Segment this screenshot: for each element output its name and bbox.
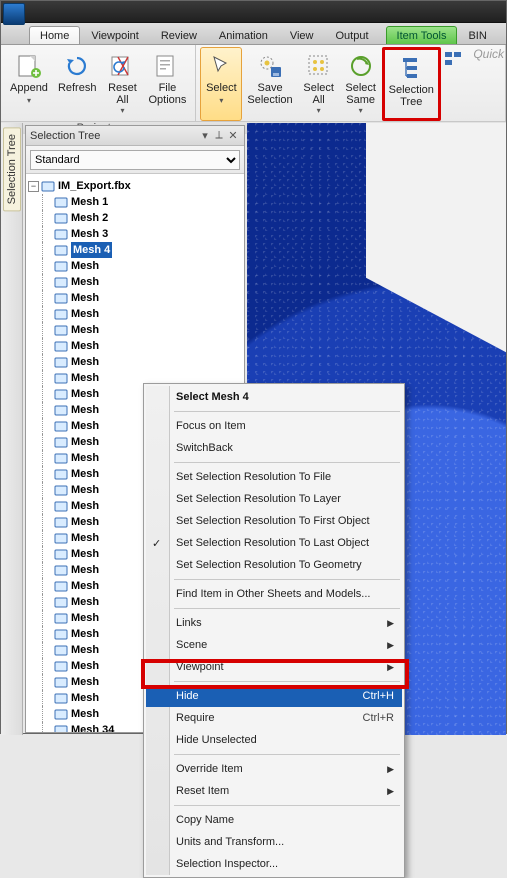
ctx-res-first[interactable]: Set Selection Resolution To First Object — [146, 510, 402, 532]
reset-all-button[interactable]: Reset All ▾ — [101, 47, 143, 121]
submenu-arrow-icon: ▶ — [387, 764, 394, 775]
append-label: Append▾ — [10, 82, 48, 106]
ctx-selection-inspector[interactable]: Selection Inspector... — [146, 853, 402, 875]
tree-root[interactable]: −IM_Export.fbx — [28, 178, 242, 194]
chevron-down-icon: ▾ — [120, 106, 124, 115]
reset-all-icon — [108, 52, 136, 80]
quick-access-hint: Quick — [473, 47, 504, 61]
ribbon-tabstrip: Home Viewpoint Review Animation View Out… — [1, 23, 506, 45]
ctx-reset-item[interactable]: Reset Item▶ — [146, 780, 402, 802]
chevron-down-icon: ▾ — [317, 106, 321, 115]
ribbon: Append▾ Refresh Reset All ▾ File Options… — [1, 45, 506, 123]
chevron-down-icon: ▾ — [359, 106, 363, 115]
ctx-res-geom[interactable]: Set Selection Resolution To Geometry — [146, 554, 402, 576]
tab-viewpoint[interactable]: Viewpoint — [80, 26, 150, 44]
tree-mode-select[interactable]: Standard — [30, 150, 240, 170]
select-same-button[interactable]: Select Same ▾ — [340, 47, 382, 121]
file-options-icon — [153, 52, 181, 80]
panel-title: Selection Tree — [30, 130, 100, 142]
tab-home[interactable]: Home — [29, 26, 80, 44]
dock-tab-selection-tree[interactable]: Selection Tree — [1, 123, 23, 735]
ctx-hide-unselected[interactable]: Hide Unselected — [146, 729, 402, 751]
select-same-icon — [347, 52, 375, 80]
tree-item[interactable]: Mesh — [28, 258, 242, 274]
panel-titlebar[interactable]: Selection Tree ▾ ⟂ ✕ — [26, 126, 244, 146]
select-button[interactable]: Select▾ — [200, 47, 242, 121]
append-icon — [15, 52, 43, 80]
save-selection-icon — [256, 52, 284, 80]
ctx-require[interactable]: RequireCtrl+R — [146, 707, 402, 729]
tab-review[interactable]: Review — [150, 26, 208, 44]
ctx-find-item[interactable]: Find Item in Other Sheets and Models... — [146, 583, 402, 605]
tab-item-tools[interactable]: Item Tools — [386, 26, 458, 44]
selection-tree-label: Selection Tree — [389, 84, 434, 108]
close-icon[interactable]: ✕ — [226, 129, 240, 142]
submenu-arrow-icon: ▶ — [387, 618, 394, 629]
ctx-links[interactable]: Links▶ — [146, 612, 402, 634]
cursor-icon — [207, 52, 235, 80]
ctx-header: Select Mesh 4 — [146, 386, 402, 408]
select-all-button[interactable]: Select All ▾ — [298, 47, 340, 121]
tree-item[interactable]: Mesh — [28, 274, 242, 290]
tree-item[interactable]: Mesh — [28, 290, 242, 306]
refresh-icon — [63, 52, 91, 80]
tree-item[interactable]: Mesh 2 — [28, 210, 242, 226]
ctx-hide[interactable]: HideCtrl+H — [146, 685, 402, 707]
pin-icon[interactable]: ⟂ — [212, 129, 226, 142]
ctx-res-last[interactable]: ✓Set Selection Resolution To Last Object — [146, 532, 402, 554]
append-button[interactable]: Append▾ — [5, 47, 53, 121]
ctx-focus-on-item[interactable]: Focus on Item — [146, 415, 402, 437]
tree-item[interactable]: Mesh — [28, 354, 242, 370]
ctx-copy-name[interactable]: Copy Name — [146, 809, 402, 831]
file-options-button[interactable]: File Options — [143, 47, 191, 121]
ctx-res-file[interactable]: Set Selection Resolution To File — [146, 466, 402, 488]
submenu-arrow-icon: ▶ — [387, 786, 394, 797]
tree-item[interactable]: Mesh 3 — [28, 226, 242, 242]
refresh-button[interactable]: Refresh — [53, 47, 102, 121]
ribbon-overflow[interactable] — [441, 47, 465, 121]
ctx-units-transform[interactable]: Units and Transform... — [146, 831, 402, 853]
file-options-label: File Options — [148, 82, 186, 106]
context-menu: Select Mesh 4 Focus on Item SwitchBack S… — [143, 383, 405, 878]
select-same-label: Select Same — [345, 82, 376, 106]
tab-view[interactable]: View — [279, 26, 325, 44]
panel-menu-icon[interactable]: ▾ — [198, 129, 212, 142]
submenu-arrow-icon: ▶ — [387, 640, 394, 651]
tree-item[interactable]: Mesh — [28, 322, 242, 338]
tree-item[interactable]: Mesh — [28, 306, 242, 322]
ctx-scene[interactable]: Scene▶ — [146, 634, 402, 656]
reset-all-label: Reset All — [108, 82, 137, 106]
ctx-viewpoint[interactable]: Viewpoint▶ — [146, 656, 402, 678]
ctx-hide-accel: Ctrl+H — [363, 690, 394, 702]
selection-tree-button[interactable]: Selection Tree — [382, 47, 441, 121]
tree-item[interactable]: Mesh 4 — [28, 242, 242, 258]
select-all-icon — [305, 52, 333, 80]
save-selection-button[interactable]: Save Selection — [242, 47, 297, 121]
tab-output[interactable]: Output — [325, 26, 380, 44]
save-selection-label: Save Selection — [247, 82, 292, 106]
ctx-res-layer[interactable]: Set Selection Resolution To Layer — [146, 488, 402, 510]
check-icon: ✓ — [152, 537, 161, 550]
ctx-switchback[interactable]: SwitchBack — [146, 437, 402, 459]
select-all-label: Select All — [303, 82, 334, 106]
select-label: Select▾ — [206, 82, 237, 106]
title-bar — [1, 1, 506, 23]
tree-item[interactable]: Mesh 1 — [28, 194, 242, 210]
tree-item[interactable]: Mesh — [28, 338, 242, 354]
panel-toolbar: Standard — [26, 146, 244, 174]
tab-animation[interactable]: Animation — [208, 26, 279, 44]
refresh-label: Refresh — [58, 82, 97, 94]
ctx-override-item[interactable]: Override Item▶ — [146, 758, 402, 780]
selection-tree-icon — [397, 54, 425, 82]
sets-icon — [444, 51, 462, 69]
tab-bim[interactable]: BIN — [457, 26, 497, 44]
app-icon[interactable] — [3, 3, 25, 25]
submenu-arrow-icon: ▶ — [387, 662, 394, 673]
dock-tab-label: Selection Tree — [3, 127, 21, 211]
ctx-require-accel: Ctrl+R — [363, 712, 394, 724]
